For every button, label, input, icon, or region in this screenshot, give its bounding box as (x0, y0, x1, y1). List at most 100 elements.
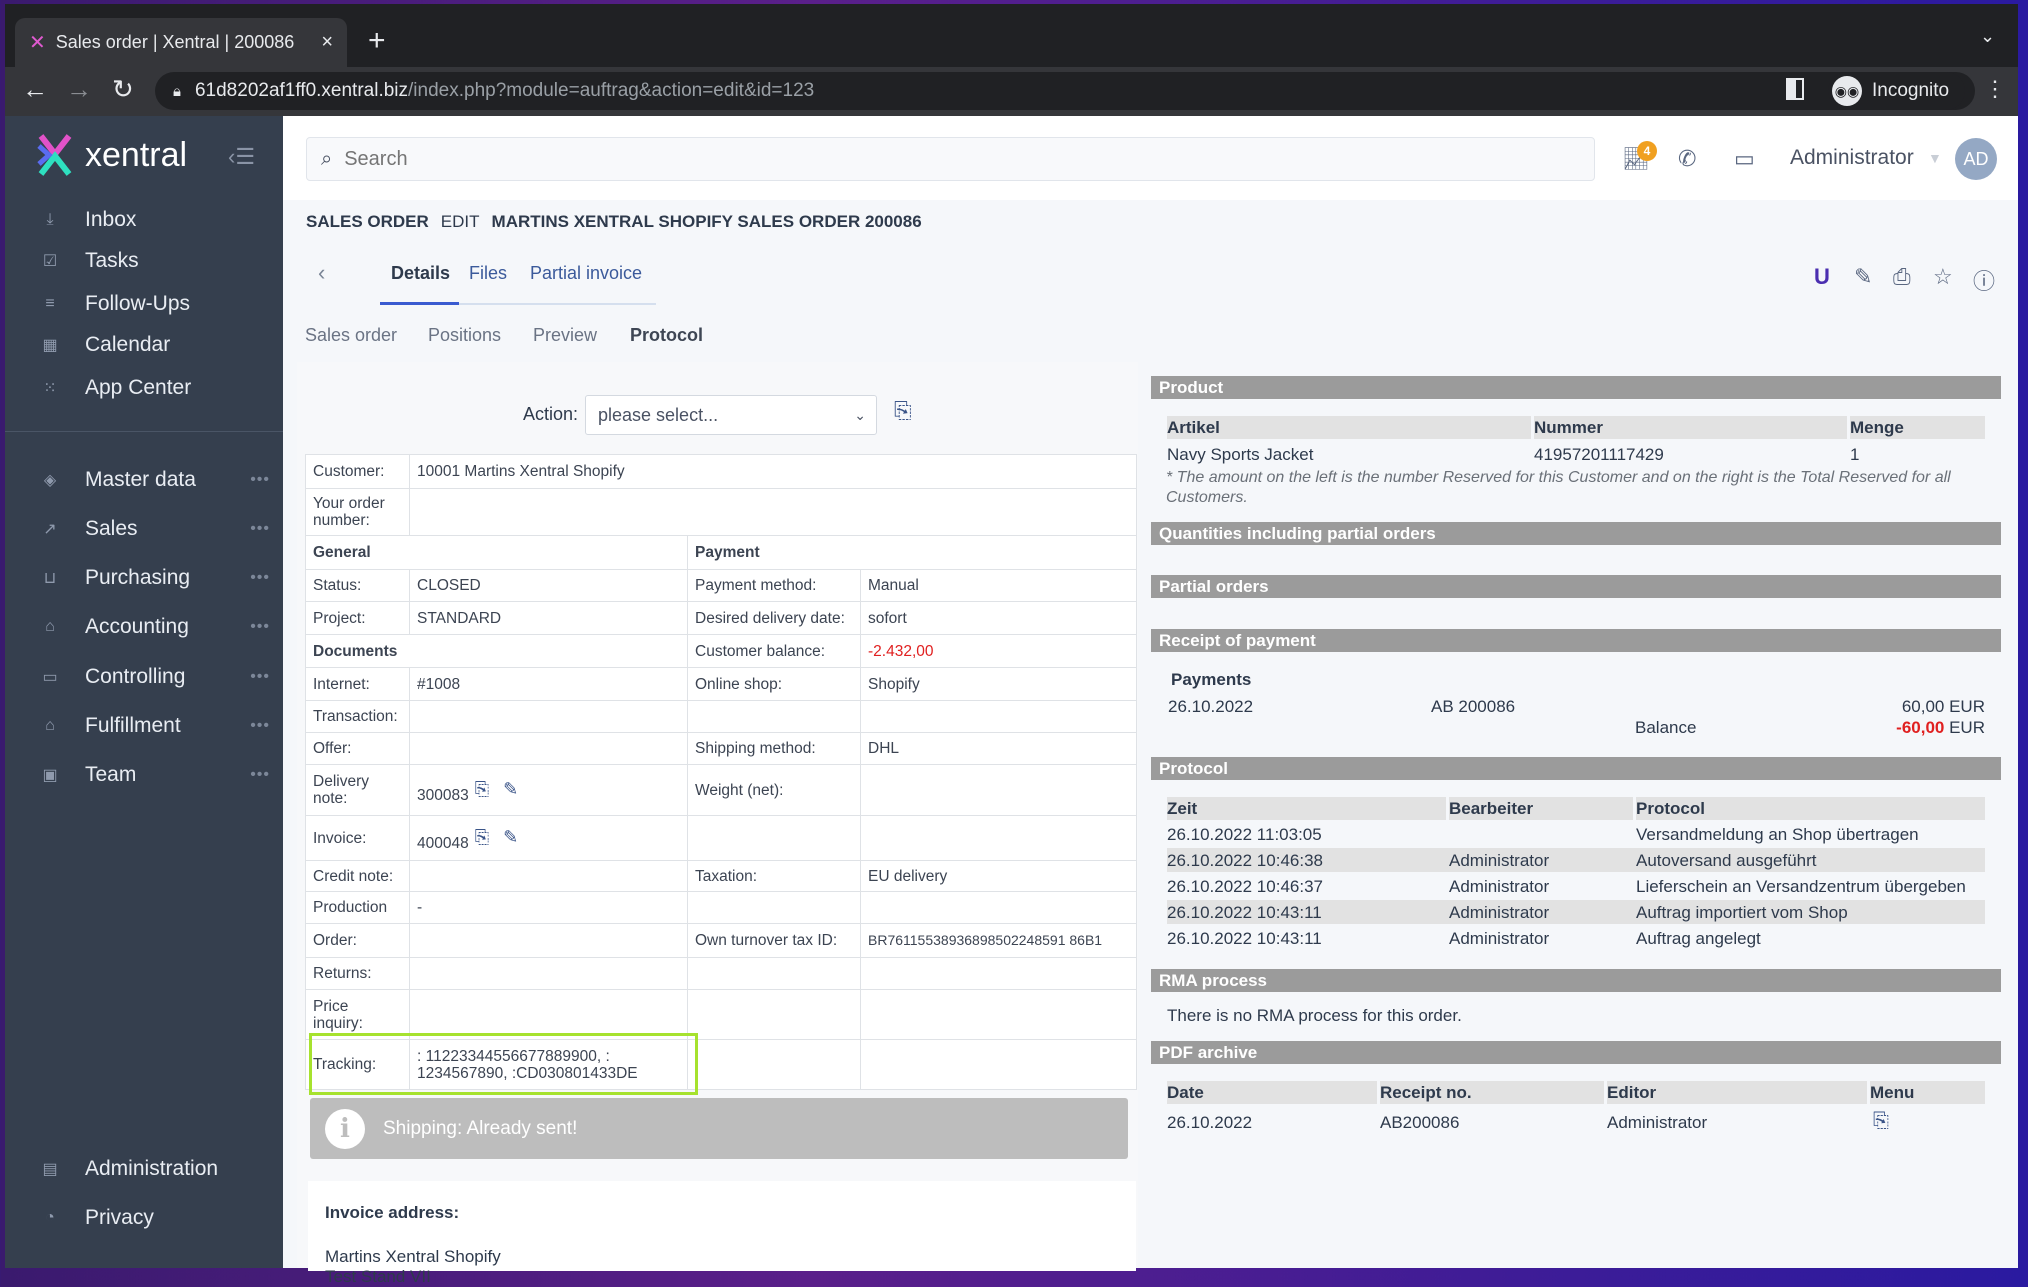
field-label: Payment method: (687, 569, 861, 602)
back-chevron-icon[interactable]: ‹ (318, 260, 325, 286)
tab-details[interactable]: Details (391, 263, 450, 284)
search-box[interactable]: ⌕ (306, 137, 1595, 181)
document-number[interactable]: 300083 (417, 787, 469, 804)
sidebar-item-sales[interactable]: ↗ Sales ••• (40, 511, 270, 547)
invoice-address-line: Martins Xentral Shopify (325, 1247, 501, 1266)
sidebar-item-app-center[interactable]: ⁙ App Center (40, 370, 270, 406)
action-select[interactable]: please select... ⌄ (585, 395, 877, 435)
field-value (409, 923, 688, 958)
product-name[interactable]: Navy Sports Jacket (1167, 445, 1313, 465)
browser-menu-icon[interactable]: ⋮ (1984, 76, 2006, 102)
tab-files[interactable]: Files (469, 263, 507, 284)
calendar-icon: ▦ (42, 337, 58, 354)
field-label: Status: (305, 569, 410, 602)
reservation-note: * The amount on the left is the number R… (1166, 469, 1951, 506)
pdf-icon[interactable]: ⎘ (894, 398, 912, 424)
sidebar-item-calendar[interactable]: ▦ Calendar (40, 327, 270, 363)
field-label: Order: (305, 923, 410, 958)
favorite-star-icon[interactable]: ☆ (1933, 264, 1953, 290)
more-icon[interactable]: ••• (250, 766, 270, 784)
invoice-address-title: Invoice address: (325, 1203, 460, 1222)
field-label: Offer: (305, 732, 410, 765)
more-icon[interactable]: ••• (250, 717, 270, 735)
phone-icon[interactable]: ✆ (1678, 146, 1696, 172)
print-icon[interactable]: ⎙ (1893, 264, 1911, 290)
incognito-indicator[interactable]: ◉◉ Incognito (1828, 72, 1966, 110)
subtab-protocol[interactable]: Protocol (630, 325, 703, 346)
more-icon[interactable]: ••• (250, 471, 270, 489)
sidebar-item-follow-ups[interactable]: ≡ Follow-Ups (40, 286, 270, 322)
pdf-icon[interactable]: ⎘ (475, 827, 489, 847)
sidebar-item-administration[interactable]: ▤ Administration (40, 1151, 270, 1187)
protocol-time: 26.10.2022 11:03:05 (1167, 825, 1322, 844)
new-tab-button[interactable]: + (368, 24, 386, 58)
search-input[interactable] (344, 147, 1545, 171)
subtab-preview[interactable]: Preview (533, 325, 597, 346)
subtab-positions[interactable]: Positions (428, 325, 501, 346)
xentral-logo-icon (37, 134, 72, 176)
more-icon[interactable]: ••• (250, 618, 270, 636)
table-row: Customer: 10001 Martins Xentral Shopify (305, 454, 1137, 489)
active-tab-indicator (380, 302, 459, 305)
incognito-icon: ◉◉ (1832, 76, 1862, 106)
back-icon[interactable]: ← (22, 74, 48, 105)
sidebar-item-accounting[interactable]: ⌂ Accounting ••• (40, 609, 270, 645)
sidebar-item-controlling[interactable]: ▭ Controlling ••• (40, 659, 270, 695)
col-receipt-no: Receipt no. (1380, 1081, 1604, 1104)
table-row: Production - (305, 891, 1137, 924)
sidebar-divider (5, 431, 283, 432)
field-value: BR76115538936898502248591 86B1 (860, 923, 1137, 958)
caret-down-icon[interactable]: ▼ (1928, 150, 1942, 166)
protocol-time: 26.10.2022 10:46:38 (1167, 851, 1323, 870)
side-panel-icon[interactable] (1786, 78, 1804, 100)
subtab-sales-order[interactable]: Sales order (305, 325, 397, 346)
address-bar[interactable]: 🔒︎ 61d8202af1ff0.xentral.biz/index.php?m… (155, 72, 1975, 110)
sidebar-item-tasks[interactable]: ☑ Tasks (40, 243, 270, 279)
chat-icon[interactable]: ▭ (1734, 146, 1755, 172)
table-row: Transaction: (305, 700, 1137, 733)
collapse-sidebar-icon[interactable]: ‹☰ (228, 144, 255, 170)
edit-pencil-icon[interactable]: ✎ (503, 779, 518, 799)
tracking-highlight (309, 1033, 698, 1095)
more-icon[interactable]: ••• (250, 668, 270, 686)
field-label (687, 1039, 861, 1090)
close-tab-icon[interactable]: × (321, 31, 333, 54)
user-menu[interactable]: Administrator (1790, 146, 1914, 170)
protocol-time: 26.10.2022 10:43:11 (1167, 903, 1322, 922)
more-icon[interactable]: ••• (250, 520, 270, 538)
edit-pencil-icon[interactable]: ✎ (1854, 264, 1872, 290)
action-selected: please select... (598, 404, 719, 425)
shipping-info-text: Shipping: Already sent! (383, 1117, 578, 1139)
edit-pencil-icon[interactable]: ✎ (503, 827, 518, 847)
xentral-logo[interactable]: xentral (35, 134, 187, 176)
pdf-download-icon[interactable]: ⎘ (1873, 1110, 1889, 1133)
sidebar-item-privacy[interactable]: ◔ Privacy (40, 1200, 270, 1236)
forward-icon[interactable]: → (66, 74, 92, 105)
sidebar-item-master-data[interactable]: ◈ Master data ••• (40, 462, 270, 498)
col-date: Date (1167, 1081, 1377, 1104)
reload-icon[interactable]: ↻ (112, 74, 134, 105)
sidebar-item-inbox[interactable]: ⤓ Inbox (40, 202, 270, 238)
pdf-icon[interactable]: ⎘ (475, 779, 489, 799)
field-value: STANDARD (409, 601, 688, 635)
breadcrumb-module[interactable]: SALES ORDER (306, 212, 429, 232)
pdf-date: 26.10.2022 (1167, 1113, 1253, 1132)
tab-partial-invoice[interactable]: Partial invoice (530, 263, 642, 284)
browser-tab[interactable]: ✕ Sales order | Xentral | 200086 × (15, 18, 347, 67)
document-number[interactable]: 400048 (417, 835, 469, 852)
help-icon[interactable]: ⓘ (1973, 264, 1995, 296)
sidebar-item-team[interactable]: ▣ Team ••• (40, 757, 270, 793)
tab-search-chevron-icon[interactable]: ⌄ (1980, 26, 1995, 47)
notification-badge: 4 (1637, 141, 1657, 161)
sidebar-item-fulfillment[interactable]: ⌂ Fulfillment ••• (40, 708, 270, 744)
sidebar-item-purchasing[interactable]: ⊔ Purchasing ••• (40, 560, 270, 596)
incognito-label: Incognito (1872, 80, 1950, 101)
xentral-favicon-icon: ✕ (29, 32, 46, 54)
sidebar-item-label: Sales (85, 517, 138, 540)
more-icon[interactable]: ••• (250, 569, 270, 587)
avatar[interactable]: AD (1955, 138, 1997, 180)
u-plugin-icon[interactable]: U (1814, 264, 1830, 290)
field-value: 400048 ⎘ ✎ (409, 815, 688, 861)
table-row: Status: CLOSED Payment method: Manual (305, 569, 1137, 602)
protocol-time: 26.10.2022 10:46:37 (1167, 877, 1323, 896)
